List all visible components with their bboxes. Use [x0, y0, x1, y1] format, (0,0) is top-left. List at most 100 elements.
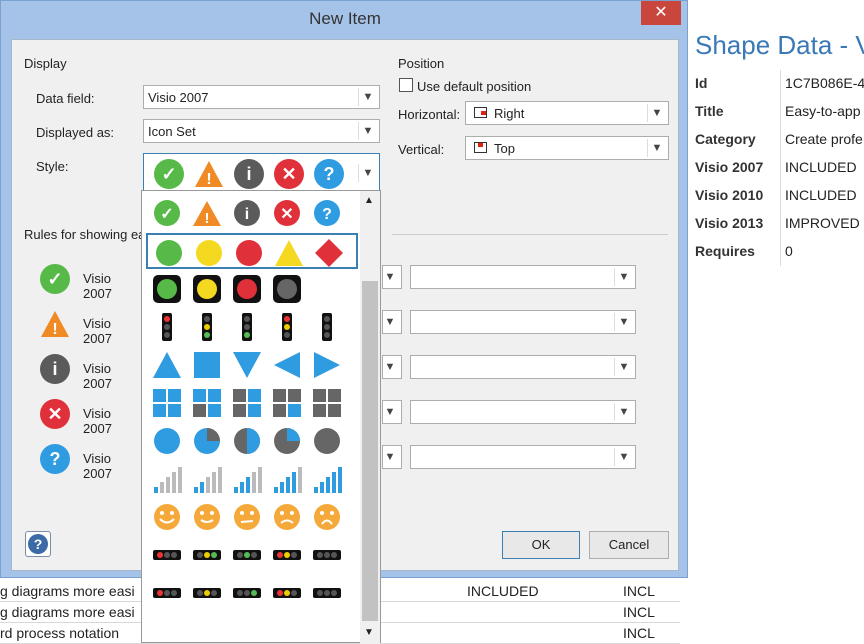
quarters-set-icon [153, 389, 181, 417]
led-set-2-icon [313, 588, 341, 598]
scrollbar-thumb[interactable] [362, 281, 378, 621]
warning-icon: ! [194, 159, 224, 189]
pies-set-icon [194, 428, 220, 454]
shape-data-row[interactable]: Visio 2010 INCLUDED [690, 182, 864, 210]
led-set-2-icon [193, 588, 221, 598]
icon-set-option[interactable] [146, 309, 358, 345]
status-icons-set-icon: ✕ [274, 200, 300, 226]
chevron-down-icon: ▼ [614, 268, 633, 286]
operator-select[interactable]: ▼ [380, 310, 402, 334]
icon-set-option[interactable] [146, 499, 358, 535]
style-select[interactable]: ✓ ! i ✕ ? ▼ [143, 153, 380, 195]
pies-set-icon [314, 428, 340, 454]
rule-label: Visio 2007 [83, 451, 112, 481]
quarters-set-icon [233, 389, 261, 417]
traffic-lights-set-icon [193, 275, 221, 303]
icon-set-option[interactable] [146, 537, 358, 573]
operator-select[interactable]: ▼ [380, 445, 402, 469]
operator-select[interactable]: ▼ [380, 265, 402, 289]
shape-data-row[interactable]: Title Easy-to-app [690, 98, 864, 126]
traffic-lights-set-icon [153, 275, 181, 303]
check-icon: ✓ [154, 159, 184, 189]
use-default-position-checkbox[interactable] [399, 78, 413, 92]
cell-text: INCL [623, 625, 655, 641]
led-set-1-icon [273, 550, 301, 560]
value-select[interactable]: ▼ [410, 355, 636, 379]
value-select[interactable]: ▼ [410, 445, 636, 469]
led-set-2-icon [273, 588, 301, 598]
icon-set-option[interactable] [146, 575, 358, 611]
svg-text:!: ! [205, 210, 210, 227]
chevron-down-icon: ▼ [380, 448, 399, 466]
quarters-set-icon [273, 389, 301, 417]
ok-button[interactable]: OK [502, 531, 580, 559]
chevron-down-icon: ▼ [380, 313, 399, 331]
help-button[interactable]: ? [25, 531, 51, 557]
pies-set-icon [234, 428, 260, 454]
shapes-set-icon [156, 240, 182, 266]
signal-lights-set-icon [202, 313, 212, 341]
style-label: Style: [36, 159, 69, 174]
displayed-as-label: Displayed as: [36, 125, 115, 140]
value-select[interactable]: ▼ [410, 310, 636, 334]
dialog-titlebar[interactable]: New Item ✕ [1, 1, 689, 37]
icon-set-option[interactable]: ✓! i ✕? [146, 195, 358, 231]
icon-set-option[interactable] [146, 233, 358, 269]
style-dropdown-list[interactable]: ▲ ▼ ✓! i ✕? [141, 190, 381, 644]
question-icon: ? [40, 444, 70, 474]
info-icon: i [234, 159, 264, 189]
signal-bars-set-icon [194, 467, 222, 493]
cell-text: INCLUDED [467, 583, 539, 599]
signal-bars-set-icon [234, 467, 262, 493]
shape-data-row[interactable]: Requires 0 [690, 238, 864, 266]
horizontal-select[interactable]: Right ▼ [465, 101, 669, 125]
value-select[interactable]: ▼ [410, 400, 636, 424]
status-icons-set-icon: ! [193, 201, 221, 227]
chevron-down-icon: ▼ [614, 313, 633, 331]
svg-text:!: ! [52, 321, 57, 338]
operator-select[interactable]: ▼ [380, 400, 402, 424]
error-icon: ✕ [40, 399, 70, 429]
close-button[interactable]: ✕ [641, 1, 681, 25]
icon-set-option[interactable] [146, 271, 358, 307]
faces-set-icon [154, 504, 180, 530]
shapes-set-icon [196, 240, 222, 266]
vertical-label: Vertical: [398, 142, 445, 157]
svg-text:i: i [245, 206, 249, 223]
position-top-icon [474, 142, 487, 153]
shape-data-row[interactable]: Visio 2007 INCLUDED [690, 154, 864, 182]
pies-set-icon [274, 428, 300, 454]
displayed-as-select[interactable]: Icon Set ▼ [143, 119, 380, 143]
rule-label: Visio 2007 [83, 406, 112, 436]
value-select[interactable]: ▼ [410, 265, 636, 289]
svg-text:!: ! [206, 171, 211, 188]
signal-lights-set-icon [162, 313, 172, 341]
shape-data-row[interactable]: Category Create profe [690, 126, 864, 154]
led-set-1-icon [153, 550, 181, 560]
operator-select[interactable]: ▼ [380, 355, 402, 379]
shape-data-row[interactable]: Visio 2013 IMPROVED [690, 210, 864, 238]
icon-set-option[interactable] [146, 461, 358, 497]
traffic-lights-set-icon [273, 275, 301, 303]
chevron-down-icon: ▼ [380, 403, 399, 421]
data-field-select[interactable]: Visio 2007 ▼ [143, 85, 380, 109]
shape-data-row[interactable]: Id 1C7B086E-4 [690, 70, 864, 98]
icon-set-option[interactable] [146, 385, 358, 421]
signal-lights-set-icon [322, 313, 332, 341]
vertical-select[interactable]: Top ▼ [465, 136, 669, 160]
chevron-down-icon: ▼ [380, 268, 399, 286]
dropdown-scrollbar[interactable]: ▲ ▼ [360, 191, 380, 644]
chevron-up-icon: ▲ [364, 195, 374, 206]
icon-set-option[interactable] [146, 423, 358, 459]
signal-lights-set-icon [282, 313, 292, 341]
data-field-label: Data field: [36, 91, 95, 106]
cancel-button[interactable]: Cancel [589, 531, 669, 559]
help-icon: ? [28, 534, 48, 554]
icon-set-option[interactable] [146, 347, 358, 383]
shape-data-title: Shape Data - V [695, 30, 864, 60]
arrows-set-icon [274, 352, 300, 378]
pies-set-icon [154, 428, 180, 454]
arrows-set-icon [233, 352, 261, 378]
chevron-down-icon: ▼ [647, 104, 666, 122]
signal-lights-set-icon [242, 313, 252, 341]
